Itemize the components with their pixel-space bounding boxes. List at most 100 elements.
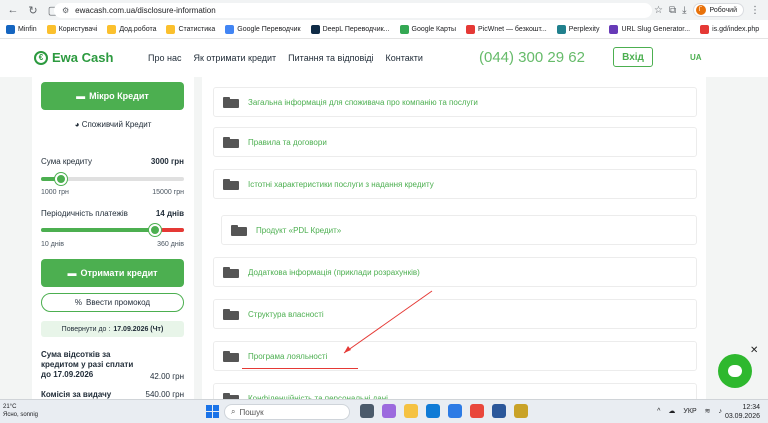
bookmark-item[interactable]: Perplexity bbox=[556, 24, 600, 34]
amount-slider-handle[interactable] bbox=[55, 173, 68, 185]
bookmark-label: URL Slug Generator... bbox=[621, 25, 691, 33]
chevron-up-icon[interactable]: ^ bbox=[657, 408, 660, 415]
period-min: 10 днів bbox=[41, 241, 64, 248]
fee-label: Комісія за видачу bbox=[41, 390, 112, 399]
return-date: 17.09.2026 (Чт) bbox=[113, 325, 164, 333]
back-icon[interactable]: ← bbox=[6, 3, 20, 17]
logo-text: Ewa Cash bbox=[52, 50, 114, 65]
chat-bubble-icon bbox=[728, 365, 742, 377]
weather-desc: Ясно, sonnig bbox=[3, 412, 38, 418]
period-slider-fill bbox=[41, 228, 156, 232]
weather-widget[interactable]: 21°C Ясно, sonnig bbox=[3, 403, 38, 419]
windows-start-icon[interactable] bbox=[206, 405, 219, 418]
main-menu: Про нас Як отримати кредит Питання та ві… bbox=[148, 53, 423, 63]
extensions-icon[interactable]: ⧉ bbox=[669, 5, 676, 16]
site-info-icon[interactable]: ⚙ bbox=[62, 6, 69, 15]
copilot-icon[interactable] bbox=[382, 404, 396, 418]
consumer-credit-label: Споживчий Кредит bbox=[81, 120, 152, 129]
search-icon: ⌕ bbox=[231, 407, 236, 416]
bookmark-icon bbox=[46, 24, 56, 34]
bookmark-item[interactable]: Google Карты bbox=[399, 24, 456, 34]
reload-icon[interactable]: ↻ bbox=[26, 3, 40, 17]
pie-icon: ◕ bbox=[74, 120, 80, 129]
bookmark-item[interactable]: URL Slug Generator... bbox=[609, 24, 691, 34]
file-explorer-icon[interactable] bbox=[404, 404, 418, 418]
fee-value: 540.00 грн bbox=[145, 390, 184, 399]
period-slider-limit bbox=[161, 228, 184, 232]
bookmark-item[interactable]: PicWnet — безкошт... bbox=[465, 24, 547, 34]
promo-code-button[interactable]: % Ввести промокод bbox=[41, 293, 184, 312]
get-credit-button[interactable]: ▬ Отримати кредит bbox=[41, 259, 184, 287]
bookmark-item[interactable]: Дод.робота bbox=[107, 24, 157, 34]
volume-icon[interactable]: ♪ bbox=[719, 408, 723, 415]
micro-credit-button[interactable]: ▬ Мікро Кредит bbox=[41, 82, 184, 110]
bookmark-item[interactable]: Користувачі bbox=[46, 24, 98, 34]
bookmark-icon bbox=[166, 24, 176, 34]
bookmark-icon bbox=[465, 24, 475, 34]
windows-taskbar: 21°C Ясно, sonnig ⌕ Пошук ^ ☁ УКР ≋ ♪ 12… bbox=[0, 399, 768, 423]
menu-item-about[interactable]: Про нас bbox=[148, 53, 181, 63]
period-value: 14 днів bbox=[155, 209, 184, 218]
cloud-icon[interactable]: ☁ bbox=[668, 407, 675, 415]
logo[interactable]: € Ewa Cash bbox=[34, 50, 113, 65]
clock-date: 03.09.2026 bbox=[724, 413, 760, 420]
login-button[interactable]: Вхід bbox=[613, 47, 653, 67]
chrome-icon[interactable] bbox=[470, 404, 484, 418]
wallet-icon: ▬ bbox=[67, 268, 77, 278]
bookmark-label: Google Карты bbox=[411, 25, 456, 33]
menu-dots-icon[interactable]: ⋮ bbox=[750, 5, 760, 16]
url-text: ewacash.com.ua/disclosure-information bbox=[75, 6, 216, 15]
chat-close-icon[interactable]: ✕ bbox=[750, 345, 758, 356]
taskbar-clock[interactable]: 12:34 03.09.2026 bbox=[725, 403, 760, 421]
bookmark-icon bbox=[700, 24, 710, 34]
interest-value: 42.00 грн bbox=[149, 372, 184, 381]
bookmark-label: Google Переводчик bbox=[237, 25, 301, 33]
bookmark-star-icon[interactable]: ☆ bbox=[654, 5, 663, 16]
profile-button[interactable]: Г Робочий bbox=[692, 3, 744, 17]
bookmark-item[interactable]: DeepL Переводчик... bbox=[310, 24, 390, 34]
return-prefix: Повернути до : bbox=[61, 325, 111, 333]
system-tray: ^ ☁ УКР ≋ ♪ bbox=[657, 407, 723, 416]
annotation-arrow bbox=[343, 290, 433, 354]
bookmark-item[interactable]: Статистика bbox=[166, 24, 216, 34]
bookmark-label: Perplexity bbox=[568, 25, 600, 33]
address-bar[interactable]: ⚙ ewacash.com.ua/disclosure-information bbox=[54, 3, 652, 18]
word-icon[interactable] bbox=[492, 404, 506, 418]
avatar: Г bbox=[695, 5, 706, 15]
annotation-underline bbox=[242, 368, 358, 369]
chat-button[interactable] bbox=[718, 354, 752, 388]
bookmark-item[interactable]: is.gd/index.php bbox=[700, 24, 760, 34]
language-switch[interactable]: UA bbox=[690, 53, 702, 62]
bookmarks-bar: Minfin Користувачі Дод.робота Статистика Goo… bbox=[0, 20, 768, 39]
wifi-icon[interactable]: ≋ bbox=[705, 407, 711, 415]
menu-item-how-to-get[interactable]: Як отримати кредит bbox=[193, 53, 276, 63]
bookmark-label: Дод.робота bbox=[119, 25, 157, 33]
bookmark-item[interactable]: Minfin bbox=[6, 24, 37, 34]
tray-language[interactable]: УКР bbox=[683, 408, 696, 415]
period-slider-handle[interactable] bbox=[149, 224, 162, 236]
percent-icon: % bbox=[74, 298, 83, 307]
bookmark-label: Статистика bbox=[178, 25, 216, 33]
edge-icon[interactable] bbox=[426, 404, 440, 418]
download-icon[interactable]: ⤓ bbox=[682, 5, 686, 16]
period-slider[interactable] bbox=[41, 224, 184, 236]
phone-number[interactable]: (044) 300 29 62 bbox=[479, 49, 585, 66]
menu-item-faq[interactable]: Питання та відповіді bbox=[288, 53, 373, 63]
bookmark-label: DeepL Переводчик... bbox=[322, 25, 390, 33]
bookmark-label: Користувачі bbox=[58, 25, 98, 33]
amount-max: 15000 грн bbox=[152, 189, 184, 196]
taskbar-search[interactable]: ⌕ Пошук bbox=[224, 404, 350, 420]
paint-icon[interactable] bbox=[514, 404, 528, 418]
interest-label: Сума відсотків за кредитом у разі сплати… bbox=[41, 350, 134, 379]
consumer-credit-tab[interactable]: ◕ Споживчий Кредит bbox=[32, 120, 194, 129]
search-placeholder: Пошук bbox=[239, 407, 264, 417]
task-view-icon[interactable] bbox=[360, 404, 374, 418]
amount-slider[interactable] bbox=[41, 173, 184, 185]
logo-icon: € bbox=[34, 50, 48, 65]
taskbar-apps bbox=[360, 404, 528, 418]
bookmark-label: is.gd/index.php bbox=[712, 25, 760, 33]
weather-temp: 21°C bbox=[3, 404, 17, 410]
store-icon[interactable] bbox=[448, 404, 462, 418]
bookmark-item[interactable]: Google Переводчик bbox=[225, 24, 301, 34]
menu-item-contacts[interactable]: Контакти bbox=[385, 53, 422, 63]
